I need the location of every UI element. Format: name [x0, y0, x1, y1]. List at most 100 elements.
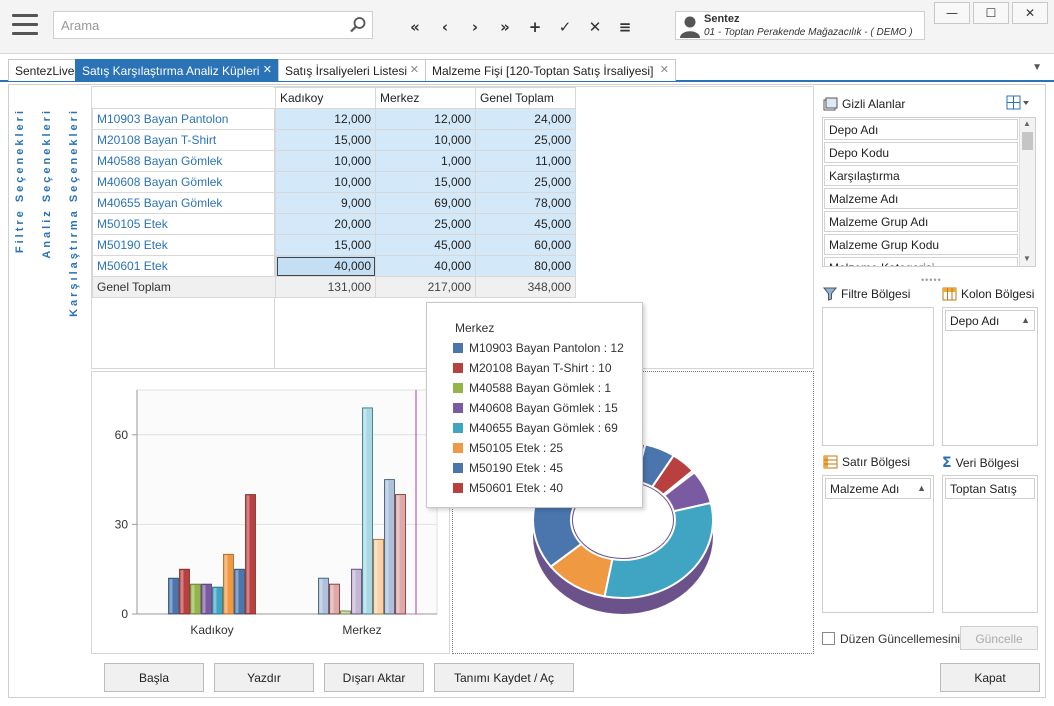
next-record-button[interactable]: › — [460, 14, 490, 40]
add-record-button[interactable]: + — [520, 14, 550, 40]
list-menu-button[interactable]: ≡ — [610, 14, 640, 40]
data-cell[interactable]: 45,000 — [375, 234, 476, 256]
search-box — [53, 11, 373, 39]
bar-highlight — [374, 540, 378, 613]
filter-options-label[interactable]: Filtre Seçenekleri — [14, 108, 26, 253]
row-zone-field[interactable]: Malzeme Adı ▲ — [825, 478, 931, 499]
hidden-field-item[interactable]: Malzeme Kategorisi — [824, 257, 1018, 266]
data-cell[interactable]: 12,000 — [275, 108, 376, 130]
grand-total-cell[interactable]: 25,000 — [475, 171, 576, 193]
data-cell[interactable]: 25,000 — [375, 213, 476, 235]
tab-sentezlive[interactable]: SentezLive — [8, 59, 76, 81]
column-header-kadikoy[interactable]: Kadıkoy — [275, 87, 376, 109]
column-zone[interactable]: Depo Adı ▲ — [942, 307, 1038, 446]
close-tab-icon[interactable]: ✕ — [263, 63, 272, 76]
close-window-button[interactable]: ✕ — [1012, 2, 1048, 24]
user-avatar-icon — [680, 16, 700, 38]
row-header[interactable]: M50190 Etek — [92, 234, 276, 256]
bar-highlight — [246, 495, 250, 613]
bar-highlight — [341, 612, 345, 613]
tab-material-slip[interactable]: Malzeme Fişi [120-Toptan Satış İrsaliyes… — [425, 59, 676, 81]
data-cell[interactable]: 15,000 — [375, 171, 476, 193]
panel-splitter[interactable]: ••••• — [921, 275, 942, 285]
hidden-field-item[interactable]: Malzeme Adı — [824, 188, 1018, 209]
hidden-field-item[interactable]: Malzeme Grup Kodu — [824, 234, 1018, 255]
defer-layout-update-checkbox[interactable] — [822, 632, 835, 645]
tab-sales-comparison-cubes[interactable]: Satış Karşılaştırma Analiz Küpleri ✕ — [75, 59, 279, 81]
data-cell[interactable]: 15,000 — [275, 234, 376, 256]
row-header[interactable]: M50601 Etek — [92, 255, 276, 277]
close-tab-icon[interactable]: ✕ — [410, 63, 419, 76]
hidden-field-item[interactable]: Depo Kodu — [824, 142, 1018, 163]
grand-total-cell[interactable]: 24,000 — [475, 108, 576, 130]
user-info[interactable]: Sentez 01 - Toptan Perakende Mağazacılık… — [675, 11, 925, 40]
row-header[interactable]: M10903 Bayan Pantolon — [92, 108, 276, 130]
data-cell[interactable]: 69,000 — [375, 192, 476, 214]
filter-zone[interactable] — [822, 307, 934, 446]
data-cell[interactable]: 10,000 — [275, 150, 376, 172]
export-button[interactable]: Dışarı Aktar — [324, 663, 424, 692]
grand-total-cell[interactable]: 80,000 — [475, 255, 576, 277]
last-record-button[interactable]: » — [490, 14, 520, 40]
data-zone-field[interactable]: Toptan Satış — [945, 478, 1035, 499]
scroll-thumb[interactable] — [1022, 132, 1033, 150]
data-cell[interactable]: 10,000 — [375, 129, 476, 151]
data-zone[interactable]: Toptan Satış — [942, 475, 1038, 613]
tab-list-dropdown-icon[interactable]: ▼ — [1032, 62, 1042, 73]
row-zone[interactable]: Malzeme Adı ▲ — [822, 475, 934, 613]
hidden-field-item[interactable]: Depo Adı — [824, 119, 1018, 140]
grand-total-cell[interactable]: 78,000 — [475, 192, 576, 214]
maximize-button[interactable]: ☐ — [973, 2, 1009, 24]
column-zone-field[interactable]: Depo Adı ▲ — [945, 310, 1035, 331]
confirm-button[interactable]: ✓ — [550, 14, 580, 40]
column-header-merkez[interactable]: Merkez — [375, 87, 476, 109]
previous-record-button[interactable]: ‹ — [430, 14, 460, 40]
grand-total-cell[interactable]: 11,000 — [475, 150, 576, 172]
data-cell[interactable]: 20,000 — [275, 213, 376, 235]
print-button[interactable]: Yazdır — [214, 663, 314, 692]
grand-total-cell[interactable]: 45,000 — [475, 213, 576, 235]
data-cell[interactable]: 40,000 — [375, 255, 476, 277]
minimize-button[interactable]: — — [934, 2, 970, 24]
row-header[interactable]: M40608 Bayan Gömlek — [92, 171, 276, 193]
close-tab-icon[interactable]: ✕ — [660, 63, 669, 76]
row-header[interactable]: M20108 Bayan T-Shirt — [92, 129, 276, 151]
row-header[interactable]: M40655 Bayan Gömlek — [92, 192, 276, 214]
menu-icon[interactable] — [12, 12, 40, 38]
comparison-options-label[interactable]: Karşılaştırma Seçenekleri — [68, 108, 80, 317]
tab-label: Satış İrsaliyeleri Listesi — [285, 64, 408, 78]
total-cell[interactable]: 348,000 — [475, 276, 576, 298]
data-cell[interactable]: 15,000 — [275, 129, 376, 151]
data-cell[interactable]: 12,000 — [375, 108, 476, 130]
row-header[interactable]: M50105 Etek — [92, 213, 276, 235]
data-cell[interactable]: 10,000 — [275, 171, 376, 193]
grand-total-cell[interactable]: 25,000 — [475, 129, 576, 151]
search-icon[interactable] — [349, 16, 367, 34]
y-tick-label: 0 — [121, 607, 128, 621]
sort-ascending-icon[interactable]: ▲ — [917, 483, 926, 493]
save-open-definition-button[interactable]: Tanımı Kaydet / Aç — [434, 663, 574, 692]
sort-ascending-icon[interactable]: ▲ — [1021, 315, 1030, 325]
data-cell[interactable]: 9,000 — [275, 192, 376, 214]
field-layout-icon[interactable] — [1006, 95, 1030, 113]
row-header[interactable]: M40588 Bayan Gömlek — [92, 150, 276, 172]
close-button[interactable]: Kapat — [940, 663, 1040, 692]
search-input[interactable] — [54, 12, 344, 38]
tab-sales-waybills[interactable]: Satış İrsaliyeleri Listesi ✕ — [278, 59, 426, 81]
analysis-options-label[interactable]: Analiz Seçenekleri — [41, 108, 53, 259]
hidden-fields-scrollbar[interactable]: ▲ ▼ — [1019, 118, 1035, 266]
scroll-up-icon[interactable]: ▲ — [1023, 119, 1031, 128]
selected-data-cell[interactable]: 40,000 — [275, 255, 376, 277]
first-record-button[interactable]: « — [400, 14, 430, 40]
total-cell[interactable]: 217,000 — [375, 276, 476, 298]
start-button[interactable]: Başla — [104, 663, 204, 692]
column-header-grand-total[interactable]: Genel Toplam — [475, 87, 576, 109]
data-cell[interactable]: 1,000 — [375, 150, 476, 172]
grand-total-cell[interactable]: 60,000 — [475, 234, 576, 256]
update-button[interactable]: Güncelle — [960, 626, 1038, 650]
total-cell[interactable]: 131,000 — [275, 276, 376, 298]
hidden-field-item[interactable]: Malzeme Grup Adı — [824, 211, 1018, 232]
hidden-field-item[interactable]: Karşılaştırma — [824, 165, 1018, 186]
cancel-button[interactable]: ✕ — [580, 14, 610, 40]
scroll-down-icon[interactable]: ▼ — [1023, 254, 1031, 263]
